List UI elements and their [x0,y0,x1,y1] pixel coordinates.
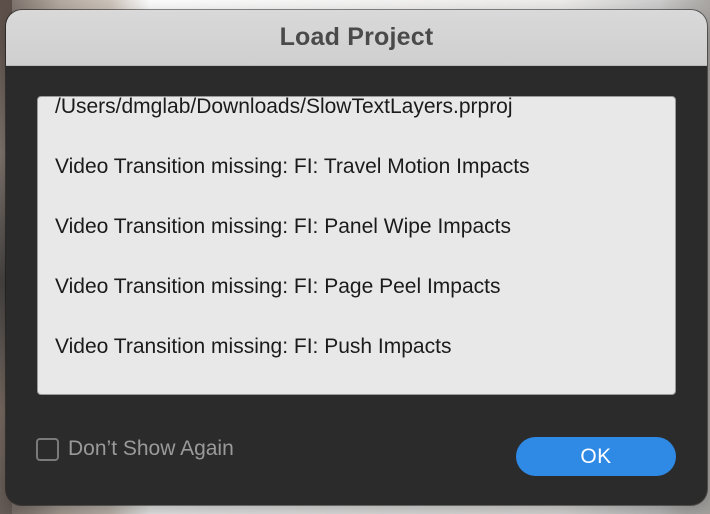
message-project-path: /Users/dmglab/Downloads/SlowTextLayers.p… [55,96,513,118]
dialog-title: Load Project [279,23,434,51]
message-missing-transition: Video Transition missing: FI: Page Peel … [55,275,501,298]
ok-button[interactable]: OK [516,437,676,476]
load-project-dialog: Load Project /Users/dmglab/Downloads/Slo… [6,10,707,505]
dialog-titlebar[interactable]: Load Project [6,10,707,66]
message-missing-transition: Video Transition missing: FI: Travel Mot… [55,155,530,178]
dont-show-again-label: Don’t Show Again [68,437,234,460]
message-missing-transition: Video Transition missing: FI: Panel Wipe… [55,215,511,238]
message-list[interactable]: /Users/dmglab/Downloads/SlowTextLayers.p… [37,96,676,395]
dont-show-again-checkbox[interactable] [36,437,59,461]
message-missing-transition: Video Transition missing: FI: Push Impac… [55,335,452,358]
ok-button-label: OK [580,444,612,468]
dont-show-again-option[interactable]: Don’t Show Again [36,435,234,463]
